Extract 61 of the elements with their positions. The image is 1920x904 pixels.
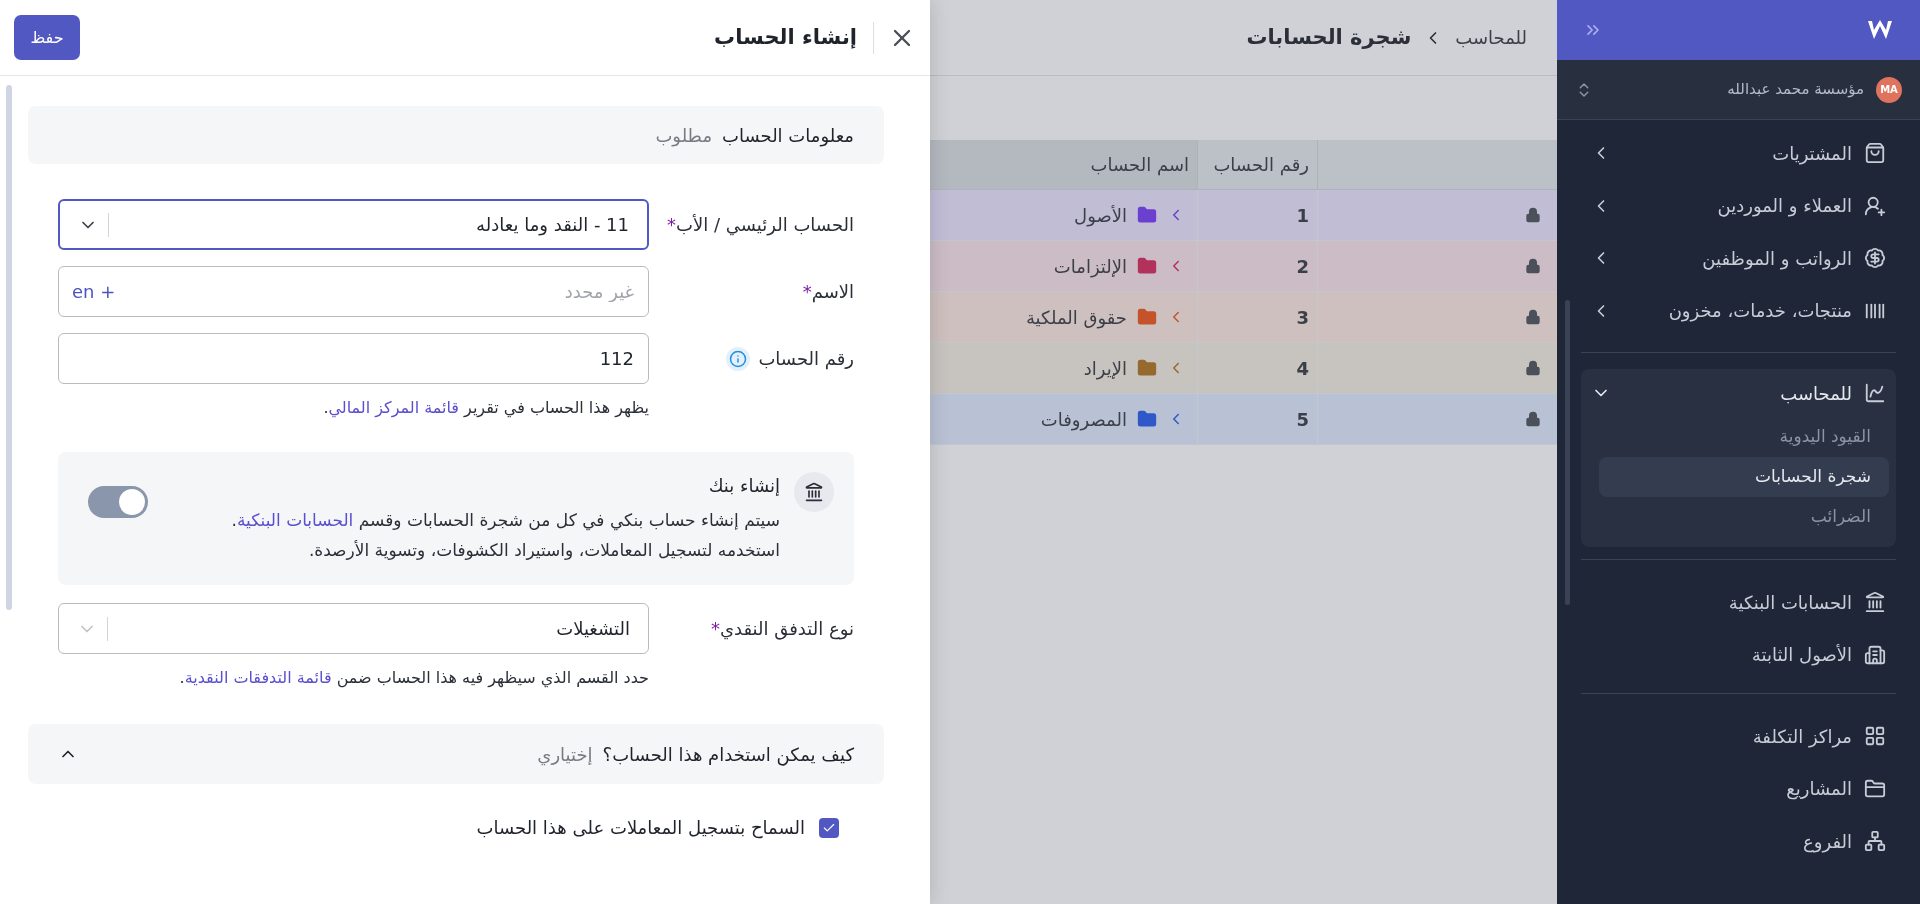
bag-icon <box>1864 142 1886 165</box>
network-icon <box>1864 830 1886 853</box>
sidebar-subitem[interactable]: القيود اليدوية <box>1599 417 1889 457</box>
column-header: اسم الحساب <box>930 140 1197 189</box>
table-cell-text: الإلتزامات <box>1053 254 1127 280</box>
sidebar-subitem[interactable]: شجرة الحسابات <box>1599 457 1889 497</box>
bank-icon <box>804 482 824 502</box>
table-cell-text: الإيراد <box>1083 356 1127 382</box>
select-field[interactable]: 11 - النقد وما يعادله <box>58 199 649 250</box>
table-cell: 3 <box>1197 292 1317 342</box>
save-button[interactable]: حفظ <box>14 15 80 60</box>
sidebar-item[interactable]: المشتريات <box>1581 127 1896 180</box>
user-plus-icon <box>1864 194 1886 217</box>
add-language-link[interactable]: en + <box>72 278 116 305</box>
page-title: شجرة الحسابات <box>1246 23 1412 51</box>
sidebar-item[interactable]: العملاء و الموردين <box>1581 179 1896 232</box>
field-label: الاسم* <box>802 280 854 305</box>
sidebar-item[interactable]: الأصول الثابتة <box>1581 628 1896 681</box>
folder-icon <box>1864 777 1886 800</box>
grid-icon <box>1864 725 1886 748</box>
sidebar-item[interactable]: مراكز التكلفة <box>1581 710 1896 763</box>
section-title: معلومات الحساب <box>722 123 854 149</box>
avatar: MA <box>1876 76 1902 103</box>
hint-link[interactable]: قائمة المركز المالي <box>328 398 459 417</box>
toggle-switch[interactable] <box>88 486 148 518</box>
sidebar-item[interactable]: الحسابات البنكية <box>1581 576 1896 629</box>
building-icon <box>1864 643 1886 666</box>
dollar-badge-icon <box>1864 247 1886 270</box>
bank-icon <box>1864 591 1886 614</box>
field-label: رقم الحساب <box>758 347 854 372</box>
sidebar-item[interactable]: الفروع <box>1581 815 1896 868</box>
sidebar-item[interactable]: الرواتب و الموظفين <box>1581 232 1896 285</box>
text-field[interactable]: 112 <box>58 333 649 384</box>
organization-name: مؤسسة محمد عبدالله <box>1726 79 1864 101</box>
bank-accounts-link[interactable]: الحسابات البنكية <box>236 510 354 530</box>
table-cell: 4 <box>1197 343 1317 393</box>
sidebar-subitem[interactable]: الضرائب <box>1599 497 1889 537</box>
checkbox-label: السماح بتسجيل المعاملات على هذا الحساب <box>476 816 805 841</box>
sidebar-item[interactable]: منتجات، خدمات، مخزون <box>1581 284 1896 337</box>
table-cell-text: حقوق الملكية <box>1025 305 1127 331</box>
hint-text: حدد القسم الذي سيظهر فيه هذا الحساب ضمن قائمة التدفقات النقدية. <box>179 667 649 690</box>
hint-link[interactable]: قائمة التدفقات النقدية <box>184 668 332 687</box>
panel-title: إنشاء الحساب <box>713 23 857 51</box>
table-cell: 2 <box>1197 241 1317 291</box>
chart-line-icon <box>1864 382 1886 404</box>
checkbox[interactable] <box>819 817 839 838</box>
select-field[interactable]: التشغيلات <box>58 603 649 654</box>
bank-description: سيتم إنشاء حساب بنكي في كل من شجرة الحسابات وقسم الحسابات البنكية. استخدمه لتسجيل المعاملات، واستيراد الكشوفات، وتسوية الأرصدة. <box>230 509 780 562</box>
usage-section-header[interactable]: كيف يمكن استخدام هذا الحساب؟ إختياري <box>28 724 884 784</box>
table-cell-text: الأصول <box>1074 203 1127 229</box>
bank-title: إنشاء بنك <box>707 474 780 498</box>
sidebar-item[interactable]: المشاريع <box>1581 762 1896 815</box>
table-cell: 5 <box>1197 394 1317 444</box>
table-cell: 1 <box>1197 190 1317 240</box>
field-label: الحساب الرئيسي / الأب* <box>667 213 854 238</box>
table-cell-text: المصروفات <box>1040 407 1127 433</box>
breadcrumb-link[interactable]: للمحاسب <box>1455 24 1527 51</box>
hint-text: يظهر هذا الحساب في تقرير قائمة المركز المالي. <box>323 397 649 420</box>
sidebar-item[interactable]: للمحاسب <box>1581 369 1896 417</box>
field-label: نوع التدفق النقدي* <box>710 617 854 642</box>
required-label: مطلوب <box>655 123 713 149</box>
